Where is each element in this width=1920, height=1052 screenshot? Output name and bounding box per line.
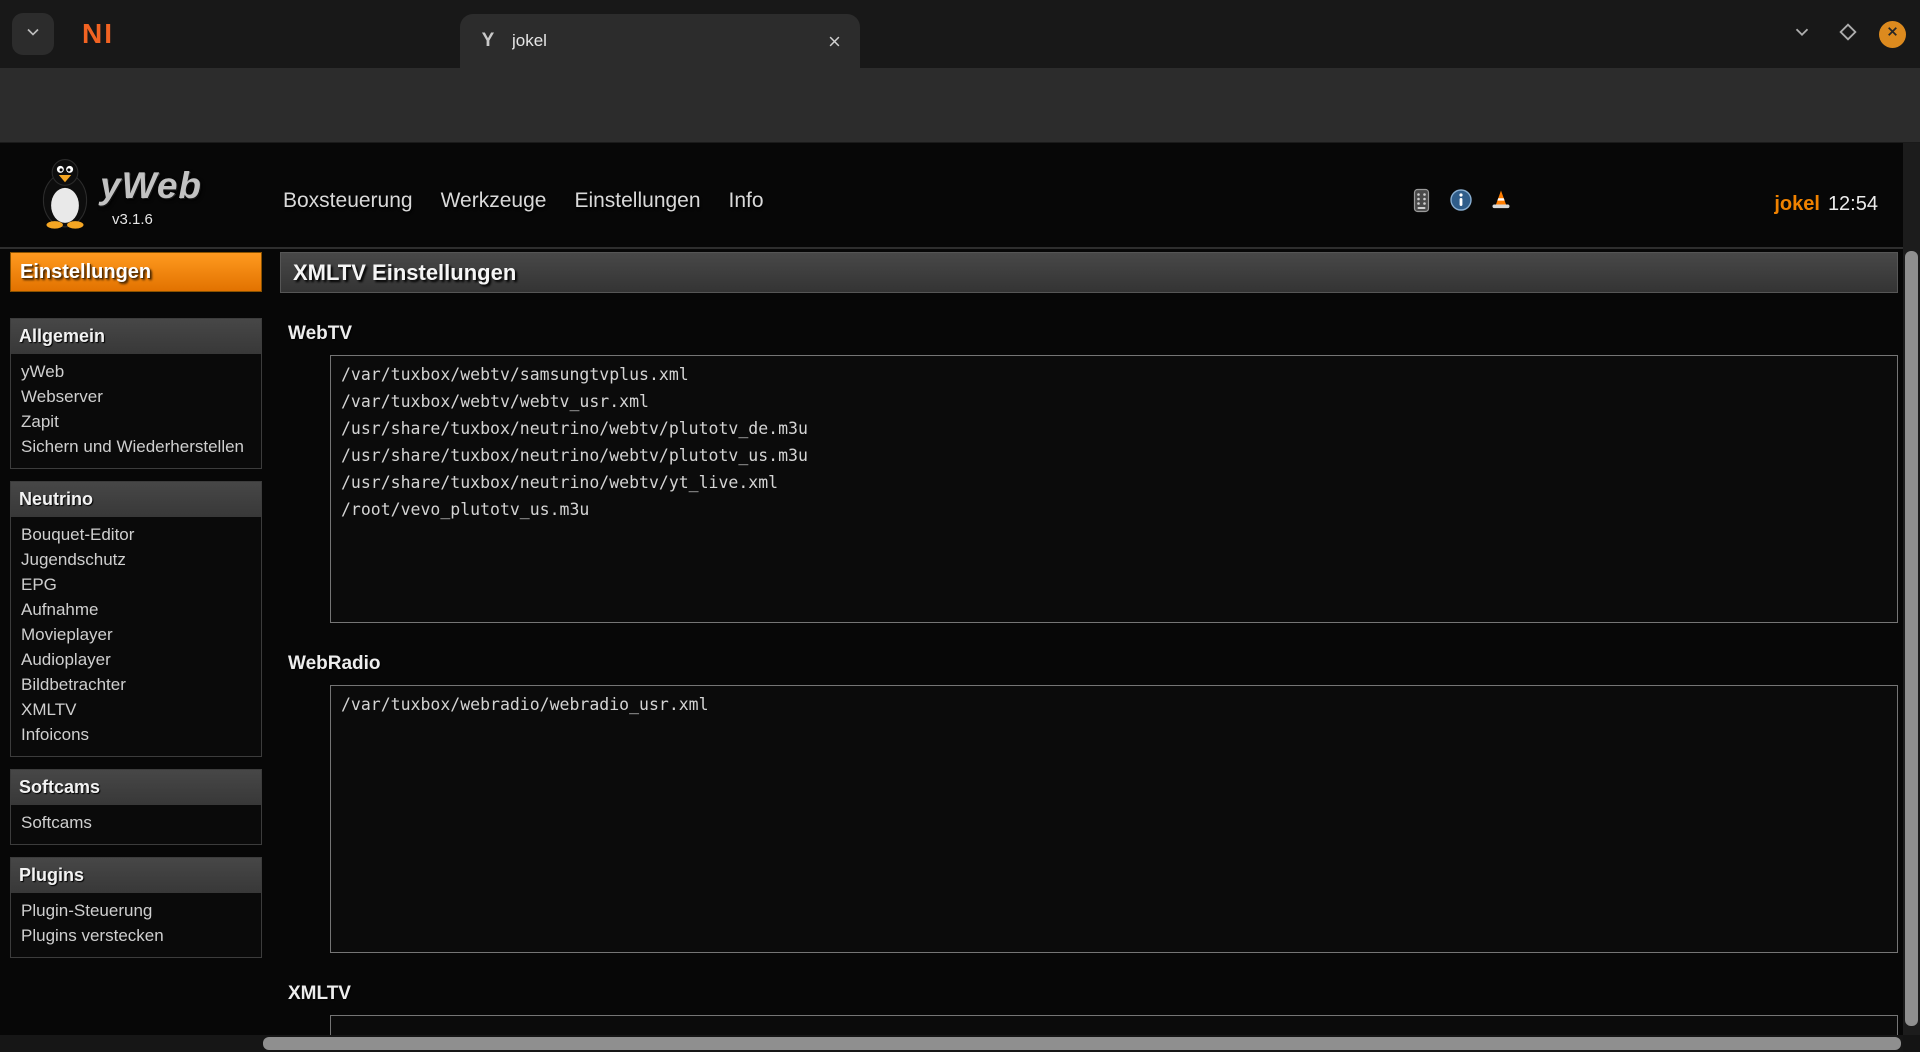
sidebar-item-audioplayer[interactable]: Audioplayer <box>21 647 253 672</box>
sidebar-item-epg[interactable]: EPG <box>21 572 253 597</box>
tab-search-menu-button[interactable] <box>12 13 54 55</box>
webradio-label: WebRadio <box>288 653 1898 677</box>
sidebar-item-yweb[interactable]: yWeb <box>21 359 253 384</box>
browser-tab-bar: NI Y jokel <box>0 0 1920 68</box>
clock: 12:54 <box>1828 193 1878 215</box>
yweb-page: yWeb v3.1.6 Boxsteuerung Werkzeuge Einst… <box>0 143 1920 1052</box>
window-controls <box>1787 0 1920 68</box>
sidebar-section-header: Neutrino <box>11 482 261 517</box>
horizontal-scrollbar-thumb[interactable] <box>263 1037 1901 1050</box>
sidebar-item-bouquet-editor[interactable]: Bouquet-Editor <box>21 522 253 547</box>
diamond-maximize-icon <box>1837 21 1859 48</box>
webtv-label: WebTV <box>288 323 1898 347</box>
sidebar-item-plugins-verstecken[interactable]: Plugins verstecken <box>21 923 253 948</box>
sidebar-item-plugin-steuerung[interactable]: Plugin-Steuerung <box>21 898 253 923</box>
close-icon <box>1886 25 1899 43</box>
sidebar-item-zapit[interactable]: Zapit <box>21 409 253 434</box>
app-wordmark: yWeb <box>100 165 202 207</box>
sidebar-item-aufnahme[interactable]: Aufnahme <box>21 597 253 622</box>
menu-item-info[interactable]: Info <box>729 189 764 213</box>
sidebar-section-plugins: Plugins Plugin-Steuerung Plugins verstec… <box>10 857 262 958</box>
sidebar-item-movieplayer[interactable]: Movieplayer <box>21 622 253 647</box>
sidebar-item-softcams[interactable]: Softcams <box>21 810 253 835</box>
sidebar-section-header: Softcams <box>11 770 261 805</box>
app-version: v3.1.6 <box>112 211 153 228</box>
sidebar-item-bildbetrachter[interactable]: Bildbetrachter <box>21 672 253 697</box>
sidebar-item-infoicons[interactable]: Infoicons <box>21 722 253 747</box>
page-header: yWeb v3.1.6 Boxsteuerung Werkzeuge Einst… <box>0 143 1920 247</box>
header-divider <box>0 247 1903 249</box>
menu-item-boxsteuerung[interactable]: Boxsteuerung <box>283 189 413 213</box>
vertical-scrollbar[interactable] <box>1903 143 1920 1052</box>
info-icon[interactable] <box>1448 187 1474 213</box>
vlc-cone-icon[interactable] <box>1488 187 1514 213</box>
tux-penguin-logo <box>34 157 96 234</box>
logged-in-user: jokel <box>1774 193 1820 215</box>
sidebar-section-neutrino: Neutrino Bouquet-Editor Jugendschutz EPG… <box>10 481 262 757</box>
chevron-down-icon <box>23 22 43 47</box>
browser-tab[interactable]: Y jokel <box>460 14 860 68</box>
webradio-textarea[interactable]: /var/tuxbox/webradio/webradio_usr.xml <box>330 685 1898 953</box>
header-quick-icons <box>1408 187 1514 213</box>
page-title: XMLTV Einstellungen <box>280 252 1898 293</box>
sidebar-item-webserver[interactable]: Webserver <box>21 384 253 409</box>
window-close-button[interactable] <box>1879 21 1906 48</box>
main-content: XMLTV Einstellungen WebTV /var/tuxbox/we… <box>280 252 1898 1052</box>
sidebar-item-xmltv[interactable]: XMLTV <box>21 697 253 722</box>
window-maximize-button[interactable] <box>1833 19 1863 49</box>
remote-control-icon[interactable] <box>1408 187 1434 213</box>
sidebar-section-header: Allgemein <box>11 319 261 354</box>
browser-toolbar: Nicht sicher http://192.168.10.148 <box>0 68 1920 143</box>
menu-item-einstellungen[interactable]: Einstellungen <box>574 189 700 213</box>
user-time-display: jokel 12:54 <box>1774 193 1878 216</box>
main-menu: Boxsteuerung Werkzeuge Einstellungen Inf… <box>283 189 764 213</box>
tab-favicon-icon: Y <box>476 29 500 53</box>
settings-sidebar: Einstellungen Allgemein yWeb Webserver Z… <box>10 252 262 970</box>
sidebar-item-sichern-und-wiederherstellen[interactable]: Sichern und Wiederherstellen <box>21 434 253 459</box>
sidebar-section-softcams: Softcams Softcams <box>10 769 262 845</box>
tab-title: jokel <box>512 31 820 51</box>
sidebar-section-allgemein: Allgemein yWeb Webserver Zapit Sichern u… <box>10 318 262 469</box>
webtv-textarea[interactable]: /var/tuxbox/webtv/samsungtvplus.xml /var… <box>330 355 1898 623</box>
browser-logo[interactable]: NI <box>82 18 114 50</box>
window-shade-button[interactable] <box>1787 19 1817 49</box>
xmltv-label: XMLTV <box>288 983 1898 1007</box>
chevron-down-icon <box>1791 21 1813 48</box>
sidebar-section-header: Plugins <box>11 858 261 893</box>
vertical-scrollbar-thumb[interactable] <box>1905 251 1918 1026</box>
menu-item-werkzeuge[interactable]: Werkzeuge <box>441 189 547 213</box>
tab-close-button[interactable] <box>820 27 848 55</box>
scrollbar-corner <box>1903 1035 1920 1052</box>
sidebar-title: Einstellungen <box>10 252 262 292</box>
horizontal-scrollbar[interactable] <box>0 1035 1903 1052</box>
sidebar-item-jugendschutz[interactable]: Jugendschutz <box>21 547 253 572</box>
